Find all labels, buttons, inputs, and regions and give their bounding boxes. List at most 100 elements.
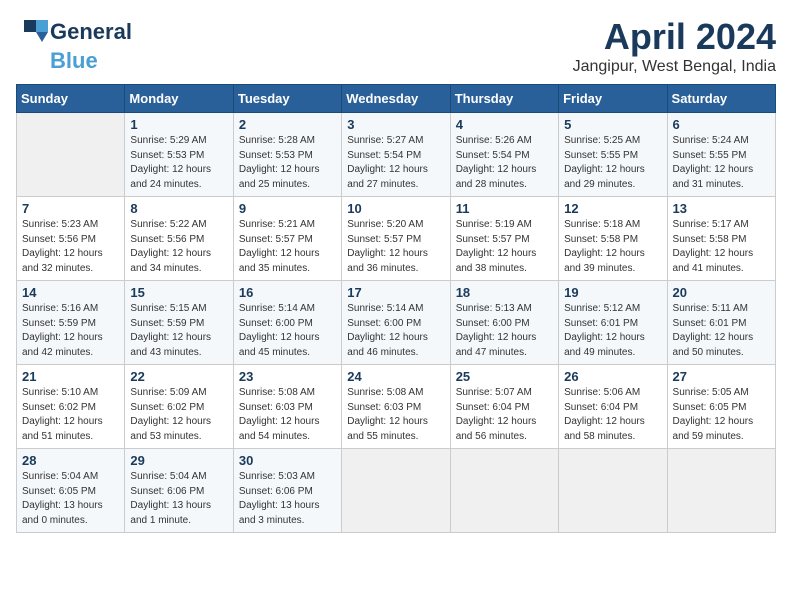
- calendar-week-row: 28 Sunrise: 5:04 AMSunset: 6:05 PMDaylig…: [17, 449, 776, 533]
- weekday-header: Friday: [559, 85, 667, 113]
- calendar-cell: 3 Sunrise: 5:27 AMSunset: 5:54 PMDayligh…: [342, 113, 450, 197]
- day-number: 26: [564, 369, 661, 384]
- day-number: 2: [239, 117, 336, 132]
- day-info: Sunrise: 5:22 AMSunset: 5:56 PMDaylight:…: [130, 219, 211, 274]
- day-info: Sunrise: 5:16 AMSunset: 5:59 PMDaylight:…: [22, 303, 103, 358]
- day-number: 3: [347, 117, 444, 132]
- day-number: 6: [673, 117, 770, 132]
- day-info: Sunrise: 5:17 AMSunset: 5:58 PMDaylight:…: [673, 219, 754, 274]
- calendar-cell: [667, 449, 775, 533]
- calendar-cell: 18 Sunrise: 5:13 AMSunset: 6:00 PMDaylig…: [450, 281, 558, 365]
- calendar-cell: 10 Sunrise: 5:20 AMSunset: 5:57 PMDaylig…: [342, 197, 450, 281]
- day-number: 28: [22, 453, 119, 468]
- day-info: Sunrise: 5:05 AMSunset: 6:05 PMDaylight:…: [673, 387, 754, 442]
- day-number: 13: [673, 201, 770, 216]
- day-number: 18: [456, 285, 553, 300]
- day-info: Sunrise: 5:03 AMSunset: 6:06 PMDaylight:…: [239, 471, 320, 526]
- calendar-cell: 29 Sunrise: 5:04 AMSunset: 6:06 PMDaylig…: [125, 449, 233, 533]
- day-number: 25: [456, 369, 553, 384]
- day-number: 20: [673, 285, 770, 300]
- day-number: 19: [564, 285, 661, 300]
- day-number: 21: [22, 369, 119, 384]
- calendar-week-row: 14 Sunrise: 5:16 AMSunset: 5:59 PMDaylig…: [17, 281, 776, 365]
- calendar-cell: [450, 449, 558, 533]
- calendar-cell: 7 Sunrise: 5:23 AMSunset: 5:56 PMDayligh…: [17, 197, 125, 281]
- calendar-cell: 12 Sunrise: 5:18 AMSunset: 5:58 PMDaylig…: [559, 197, 667, 281]
- day-info: Sunrise: 5:06 AMSunset: 6:04 PMDaylight:…: [564, 387, 645, 442]
- calendar-cell: 26 Sunrise: 5:06 AMSunset: 6:04 PMDaylig…: [559, 365, 667, 449]
- day-number: 17: [347, 285, 444, 300]
- calendar-cell: 5 Sunrise: 5:25 AMSunset: 5:55 PMDayligh…: [559, 113, 667, 197]
- weekday-header: Tuesday: [233, 85, 341, 113]
- day-number: 16: [239, 285, 336, 300]
- logo: General Blue: [16, 16, 132, 74]
- calendar-cell: 23 Sunrise: 5:08 AMSunset: 6:03 PMDaylig…: [233, 365, 341, 449]
- calendar-cell: 15 Sunrise: 5:15 AMSunset: 5:59 PMDaylig…: [125, 281, 233, 365]
- day-number: 30: [239, 453, 336, 468]
- logo-text: General: [50, 19, 132, 45]
- day-number: 24: [347, 369, 444, 384]
- calendar-week-row: 21 Sunrise: 5:10 AMSunset: 6:02 PMDaylig…: [17, 365, 776, 449]
- calendar-cell: 16 Sunrise: 5:14 AMSunset: 6:00 PMDaylig…: [233, 281, 341, 365]
- calendar-cell: 14 Sunrise: 5:16 AMSunset: 5:59 PMDaylig…: [17, 281, 125, 365]
- calendar-cell: 2 Sunrise: 5:28 AMSunset: 5:53 PMDayligh…: [233, 113, 341, 197]
- calendar-cell: 22 Sunrise: 5:09 AMSunset: 6:02 PMDaylig…: [125, 365, 233, 449]
- day-number: 1: [130, 117, 227, 132]
- day-info: Sunrise: 5:27 AMSunset: 5:54 PMDaylight:…: [347, 135, 428, 190]
- day-number: 29: [130, 453, 227, 468]
- logo-icon: [16, 16, 48, 48]
- calendar-week-row: 1 Sunrise: 5:29 AMSunset: 5:53 PMDayligh…: [17, 113, 776, 197]
- weekday-header: Monday: [125, 85, 233, 113]
- day-info: Sunrise: 5:21 AMSunset: 5:57 PMDaylight:…: [239, 219, 320, 274]
- calendar-cell: 25 Sunrise: 5:07 AMSunset: 6:04 PMDaylig…: [450, 365, 558, 449]
- logo-blue-text: Blue: [50, 48, 98, 74]
- calendar-cell: 6 Sunrise: 5:24 AMSunset: 5:55 PMDayligh…: [667, 113, 775, 197]
- day-number: 7: [22, 201, 119, 216]
- day-info: Sunrise: 5:11 AMSunset: 6:01 PMDaylight:…: [673, 303, 754, 358]
- day-number: 14: [22, 285, 119, 300]
- day-info: Sunrise: 5:12 AMSunset: 6:01 PMDaylight:…: [564, 303, 645, 358]
- calendar-cell: 28 Sunrise: 5:04 AMSunset: 6:05 PMDaylig…: [17, 449, 125, 533]
- day-info: Sunrise: 5:14 AMSunset: 6:00 PMDaylight:…: [347, 303, 428, 358]
- title-block: April 2024 Jangipur, West Bengal, India: [573, 16, 776, 76]
- page-header: General Blue April 2024 Jangipur, West B…: [16, 16, 776, 76]
- calendar-cell: 30 Sunrise: 5:03 AMSunset: 6:06 PMDaylig…: [233, 449, 341, 533]
- day-number: 23: [239, 369, 336, 384]
- day-info: Sunrise: 5:29 AMSunset: 5:53 PMDaylight:…: [130, 135, 211, 190]
- calendar-cell: 21 Sunrise: 5:10 AMSunset: 6:02 PMDaylig…: [17, 365, 125, 449]
- day-number: 8: [130, 201, 227, 216]
- day-info: Sunrise: 5:07 AMSunset: 6:04 PMDaylight:…: [456, 387, 537, 442]
- day-number: 9: [239, 201, 336, 216]
- calendar-week-row: 7 Sunrise: 5:23 AMSunset: 5:56 PMDayligh…: [17, 197, 776, 281]
- day-number: 11: [456, 201, 553, 216]
- calendar-cell: 24 Sunrise: 5:08 AMSunset: 6:03 PMDaylig…: [342, 365, 450, 449]
- calendar-cell: [17, 113, 125, 197]
- day-info: Sunrise: 5:10 AMSunset: 6:02 PMDaylight:…: [22, 387, 103, 442]
- day-info: Sunrise: 5:09 AMSunset: 6:02 PMDaylight:…: [130, 387, 211, 442]
- calendar-cell: 19 Sunrise: 5:12 AMSunset: 6:01 PMDaylig…: [559, 281, 667, 365]
- day-info: Sunrise: 5:20 AMSunset: 5:57 PMDaylight:…: [347, 219, 428, 274]
- calendar-table: SundayMondayTuesdayWednesdayThursdayFrid…: [16, 84, 776, 533]
- day-info: Sunrise: 5:04 AMSunset: 6:06 PMDaylight:…: [130, 471, 211, 526]
- calendar-cell: 13 Sunrise: 5:17 AMSunset: 5:58 PMDaylig…: [667, 197, 775, 281]
- day-info: Sunrise: 5:04 AMSunset: 6:05 PMDaylight:…: [22, 471, 103, 526]
- weekday-header: Wednesday: [342, 85, 450, 113]
- day-number: 15: [130, 285, 227, 300]
- day-number: 22: [130, 369, 227, 384]
- day-info: Sunrise: 5:28 AMSunset: 5:53 PMDaylight:…: [239, 135, 320, 190]
- weekday-header: Saturday: [667, 85, 775, 113]
- day-info: Sunrise: 5:15 AMSunset: 5:59 PMDaylight:…: [130, 303, 211, 358]
- day-info: Sunrise: 5:14 AMSunset: 6:00 PMDaylight:…: [239, 303, 320, 358]
- month-title: April 2024: [573, 16, 776, 58]
- day-number: 12: [564, 201, 661, 216]
- day-info: Sunrise: 5:24 AMSunset: 5:55 PMDaylight:…: [673, 135, 754, 190]
- day-number: 4: [456, 117, 553, 132]
- location: Jangipur, West Bengal, India: [573, 58, 776, 76]
- day-number: 27: [673, 369, 770, 384]
- calendar-cell: [559, 449, 667, 533]
- weekday-header: Thursday: [450, 85, 558, 113]
- day-number: 10: [347, 201, 444, 216]
- weekday-header-row: SundayMondayTuesdayWednesdayThursdayFrid…: [17, 85, 776, 113]
- calendar-cell: 1 Sunrise: 5:29 AMSunset: 5:53 PMDayligh…: [125, 113, 233, 197]
- calendar-cell: 17 Sunrise: 5:14 AMSunset: 6:00 PMDaylig…: [342, 281, 450, 365]
